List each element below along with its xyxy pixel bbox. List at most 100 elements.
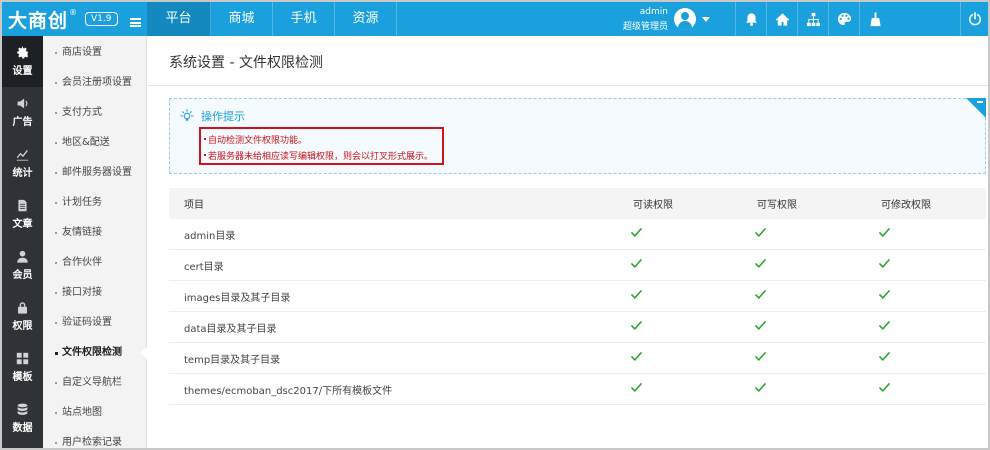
palette-icon[interactable]: [828, 2, 859, 36]
rail-item-ads[interactable]: 广告: [2, 87, 43, 138]
logo-text: 大商创: [8, 9, 69, 32]
check-icon: [879, 290, 890, 299]
modifiable-cell: [879, 258, 986, 272]
tips-title: 操作提示: [201, 110, 245, 123]
page-title: 系统设置 - 文件权限检测: [169, 55, 323, 71]
readable-cell: [631, 320, 757, 334]
rail-label: 数据: [12, 423, 33, 434]
minus-icon: [977, 101, 983, 103]
sitemap-icon[interactable]: [797, 2, 828, 36]
item-name: admin目录: [184, 230, 236, 242]
writable-cell: [755, 382, 881, 396]
submenu-scheduled-tasks[interactable]: 计划任务: [43, 188, 146, 218]
modifiable-cell: [879, 289, 986, 303]
nav-platform[interactable]: 平台: [147, 2, 211, 36]
writable-cell: [755, 320, 881, 334]
submenu-regions-shipping[interactable]: 地区&配送: [43, 128, 146, 158]
logo[interactable]: 大商创 ® V1.9: [2, 2, 147, 36]
header-writable: 可写权限: [757, 200, 797, 211]
grid-icon: [16, 352, 29, 365]
lightbulb-icon: [180, 109, 194, 121]
gear-icon: [17, 46, 29, 59]
logo-registered-mark: ®: [69, 7, 78, 17]
home-icon[interactable]: [766, 2, 797, 36]
check-icon: [631, 321, 642, 330]
power-icon[interactable]: [960, 2, 988, 36]
divider: [148, 85, 988, 86]
submenu-partners[interactable]: 合作伙伴: [43, 248, 146, 278]
check-icon: [879, 352, 890, 361]
rail-label: 广告: [12, 117, 33, 128]
table-row: temp目录及其子目录: [169, 343, 986, 374]
permission-table: 项目 可读权限 可写权限 可修改权限 admin目录 cert目录 images目录…: [169, 188, 986, 405]
header-readable: 可读权限: [633, 200, 673, 211]
submenu-file-permission-check[interactable]: 文件权限检测: [43, 338, 147, 368]
table-row: cert目录: [169, 250, 986, 281]
app-window: 大商创 ® V1.9 平台 商城 手机 资源 admin 超级管理员 设置 广告…: [0, 0, 990, 450]
submenu-store-settings[interactable]: 商店设置: [43, 38, 146, 68]
module-rail: 设置 广告 统计 文章 会员 权限 模板 数据: [2, 36, 43, 448]
writable-cell: [755, 289, 881, 303]
table-header: 项目 可读权限 可写权限 可修改权限: [169, 188, 986, 219]
user-name: admin: [639, 7, 668, 17]
check-icon: [631, 352, 642, 361]
writable-cell: [755, 258, 881, 272]
nav-resources[interactable]: 资源: [335, 2, 397, 36]
rail-item-permissions[interactable]: 权限: [2, 291, 43, 342]
submenu-api-integration[interactable]: 接口对接: [43, 278, 146, 308]
settings-submenu: 商店设置 会员注册项设置 支付方式 地区&配送 邮件服务器设置 计划任务 友情链…: [43, 36, 147, 448]
readable-cell: [631, 351, 757, 365]
submenu-captcha-settings[interactable]: 验证码设置: [43, 308, 146, 338]
submenu-custom-navbar[interactable]: 自定义导航栏: [43, 368, 146, 398]
readable-cell: [631, 258, 757, 272]
readable-cell: [631, 227, 757, 241]
chart-icon: [16, 150, 29, 161]
writable-cell: [755, 351, 881, 365]
rail-label: 会员: [12, 270, 33, 281]
document-icon: [18, 199, 27, 212]
chevron-down-icon[interactable]: [702, 17, 710, 22]
nav-mobile[interactable]: 手机: [273, 2, 335, 36]
rail-label: 统计: [12, 168, 33, 179]
header-item: 项目: [184, 200, 204, 211]
tip-item: 自动检测文件权限功能。: [203, 133, 307, 146]
nav-mall[interactable]: 商城: [211, 2, 273, 36]
rail-label: 权限: [12, 321, 33, 332]
rail-label: 模板: [12, 372, 33, 383]
rail-label: 文章: [12, 219, 33, 230]
avatar[interactable]: [674, 8, 696, 30]
check-icon: [631, 290, 642, 299]
submenu-sitemap[interactable]: 站点地图: [43, 398, 146, 428]
speaker-icon: [17, 98, 28, 109]
check-icon: [631, 228, 642, 237]
collapse-tips-button[interactable]: [966, 98, 986, 118]
submenu-friend-links[interactable]: 友情链接: [43, 218, 146, 248]
rail-item-articles[interactable]: 文章: [2, 189, 43, 240]
user-menu[interactable]: admin 超级管理员: [612, 5, 712, 33]
rail-item-members[interactable]: 会员: [2, 240, 43, 291]
header-modifiable: 可修改权限: [881, 200, 931, 211]
bell-icon[interactable]: [735, 2, 766, 36]
submenu-member-registration[interactable]: 会员注册项设置: [43, 68, 146, 98]
broom-icon[interactable]: [859, 2, 890, 36]
check-icon: [631, 383, 642, 392]
check-icon: [631, 259, 642, 268]
rail-item-templates[interactable]: 模板: [2, 342, 43, 393]
submenu-search-records[interactable]: 用户检索记录: [43, 428, 146, 448]
rail-item-settings[interactable]: 设置: [2, 36, 43, 87]
submenu-mail-server[interactable]: 邮件服务器设置: [43, 158, 146, 188]
check-icon: [879, 228, 890, 237]
rail-item-stats[interactable]: 统计: [2, 138, 43, 189]
lock-icon: [18, 302, 27, 314]
version-badge: V1.9: [85, 12, 118, 26]
user-icon: [17, 250, 28, 263]
submenu-payment-methods[interactable]: 支付方式: [43, 98, 146, 128]
tip-item: 若服务器未给相应读写编辑权限，则会以打叉形式展示。: [203, 149, 433, 162]
check-icon: [755, 321, 766, 330]
rail-item-data[interactable]: 数据: [2, 393, 43, 444]
database-icon: [17, 403, 28, 415]
menu-toggle-icon[interactable]: [130, 18, 141, 27]
modifiable-cell: [879, 227, 986, 241]
item-name: images目录及其子目录: [184, 292, 291, 304]
table-row: data目录及其子目录: [169, 312, 986, 343]
